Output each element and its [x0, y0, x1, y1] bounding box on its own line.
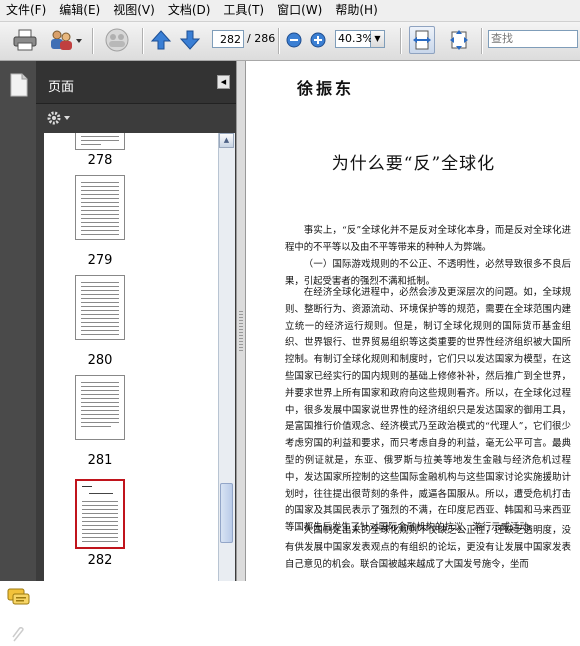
page-total: / 286 — [247, 32, 276, 45]
toolbar-separator — [481, 28, 483, 54]
share-button[interactable] — [46, 26, 84, 54]
toolbar-separator — [278, 28, 280, 54]
previous-page-button[interactable] — [149, 26, 173, 54]
panel-header: 页面 ◀ — [36, 61, 236, 104]
panel-options — [36, 104, 236, 132]
toolbar: 282 / 286 40.3% ▼ 查找 — [0, 22, 580, 61]
panel-collapse-button[interactable]: ◀ — [217, 75, 230, 89]
options-menu-button[interactable] — [46, 110, 72, 130]
scroll-up-button[interactable]: ▲ — [219, 133, 234, 148]
next-page-button[interactable] — [178, 26, 202, 54]
share-people-icon — [51, 30, 82, 50]
arrow-down-icon — [179, 30, 201, 50]
page-thumbnail[interactable] — [75, 133, 125, 150]
toolbar-separator — [92, 28, 94, 54]
menu-file[interactable]: 文件(F) — [0, 0, 53, 21]
page-number-input[interactable]: 282 — [212, 30, 244, 48]
splitter-grip[interactable] — [239, 311, 243, 351]
thumbnail-label: 278 — [87, 153, 113, 168]
panel-title: 页面 — [48, 80, 75, 95]
zoom-in-icon — [310, 32, 326, 48]
fit-page-button[interactable] — [446, 26, 472, 54]
scroll-thumb[interactable] — [220, 483, 233, 543]
menu-tools[interactable]: 工具(T) — [217, 0, 271, 21]
attachment-icon[interactable] — [10, 626, 26, 646]
collaborate-button[interactable] — [100, 26, 134, 54]
comments-icon[interactable] — [7, 588, 31, 611]
menu-edit[interactable]: 编辑(E) — [53, 0, 107, 21]
fit-page-icon — [450, 30, 468, 50]
menu-bar: 文件(F) 编辑(E) 视图(V) 文档(D) 工具(T) 窗口(W) 帮助(H… — [0, 0, 580, 22]
page-thumbnail-selected[interactable] — [75, 479, 125, 549]
document-author: 徐振东 — [297, 79, 355, 98]
document-paragraph: 大国制定出来的全球化规则不仅缺乏公正性，还缺乏透明度，没有供发展中国家发表观点的… — [285, 525, 571, 570]
zoom-dropdown[interactable]: ▼ — [371, 30, 385, 48]
thumbnail-list: 278 279 280 281 282 — [44, 133, 218, 581]
toolbar-separator — [142, 28, 144, 54]
menu-help[interactable]: 帮助(H) — [329, 0, 384, 21]
gear-icon — [47, 111, 70, 125]
collaborate-icon — [105, 28, 129, 52]
printer-icon — [13, 29, 37, 51]
page-thumbnail[interactable] — [75, 375, 125, 440]
thumbnail-label: 281 — [87, 453, 113, 468]
menu-view[interactable]: 视图(V) — [107, 0, 162, 21]
pages-icon[interactable] — [8, 73, 30, 100]
print-button[interactable] — [10, 26, 40, 54]
thumbnail-label: 279 — [87, 253, 113, 268]
document-title: 为什么要“反”全球化 — [331, 154, 496, 174]
page-thumbnail[interactable] — [75, 175, 125, 240]
toolbar-separator — [400, 28, 402, 54]
document-paragraph: 在经济全球化进程中，必然会涉及更深层次的问题。如，全球规则、整断行为、资源流动、… — [285, 287, 571, 534]
thumbnail-label: 282 — [87, 553, 113, 568]
navigation-pane-strip — [0, 61, 36, 642]
zoom-out-icon — [286, 32, 302, 48]
menu-document[interactable]: 文档(D) — [162, 0, 218, 21]
thumbnail-scrollbar[interactable]: ▲ — [218, 133, 235, 581]
fit-width-icon — [413, 30, 431, 50]
zoom-level-input[interactable]: 40.3% — [335, 30, 373, 48]
fit-width-button[interactable] — [409, 26, 435, 54]
arrow-up-icon — [150, 30, 172, 50]
page-thumbnail[interactable] — [75, 275, 125, 340]
zoom-out-button[interactable] — [284, 26, 304, 54]
document-page: 徐振东 为什么要“反”全球化 事实上，“反”全球化并不是反对全球化本身，而是反对… — [247, 61, 580, 581]
panel-splitter[interactable] — [236, 61, 246, 581]
search-input[interactable]: 查找 — [488, 30, 578, 48]
menu-window[interactable]: 窗口(W) — [271, 0, 329, 21]
document-paragraph: 事实上，“反”全球化并不是反对全球化本身，而是反对全球化进程中的不平等以及由不平… — [285, 225, 571, 253]
thumbnail-label: 280 — [87, 353, 113, 368]
zoom-in-button[interactable] — [308, 26, 328, 54]
